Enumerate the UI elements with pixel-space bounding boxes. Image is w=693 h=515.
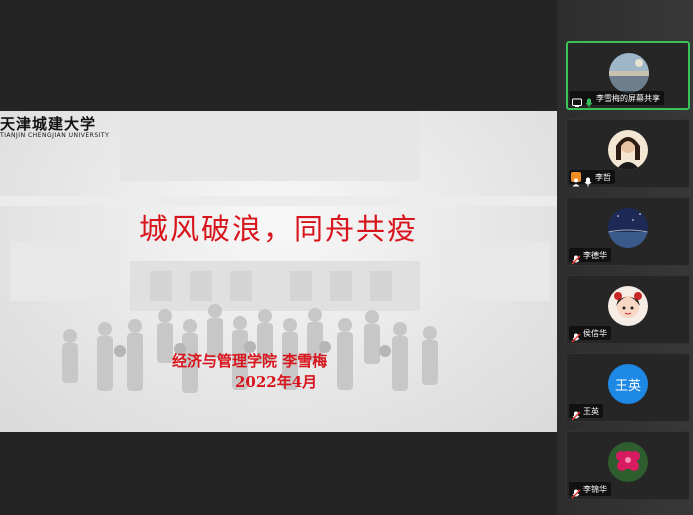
avatar (609, 53, 649, 93)
participant-tile-hou-xinhua[interactable]: 侯信华 (566, 275, 690, 344)
person-icon (571, 172, 581, 187)
participant-tile-wang-ying[interactable]: 王英 王英 (566, 353, 690, 422)
participant-name-bar: 李锦华 (569, 482, 611, 499)
participant-tile-li-jinhua[interactable]: 李锦华 (566, 431, 690, 500)
participant-name-bar: 李哲 (569, 170, 615, 187)
participant-name-bar: 王英 (569, 404, 603, 421)
avatar (608, 286, 648, 326)
participant-name-bar: 李德华 (569, 248, 611, 265)
mic-on-icon (584, 93, 594, 108)
screen-share-icon (572, 93, 582, 107)
participant-tile-screen-share[interactable]: 李雪梅的屏幕共享 (566, 41, 690, 110)
slide-date: 2022年4月 (235, 373, 318, 391)
avatar-initials: 王英 (608, 364, 648, 404)
avatar (608, 208, 648, 248)
avatar (608, 130, 648, 170)
shared-screen-area: 天津城建大学 TIANJIN CHENGJIAN UNIVERSITY 城风破浪… (0, 0, 557, 515)
mic-muted-icon (571, 250, 581, 265)
university-english-name: TIANJIN CHENGJIAN UNIVERSITY (0, 132, 110, 139)
mic-muted-icon (571, 328, 581, 343)
mic-on-icon (583, 172, 593, 187)
participant-tile-li-zhe[interactable]: 李哲 (566, 119, 690, 188)
slide-title: 城风破浪，同舟共疫 (138, 212, 418, 246)
presentation-slide: 天津城建大学 TIANJIN CHENGJIAN UNIVERSITY 城风破浪… (0, 111, 557, 432)
participant-tile-li-dehua[interactable]: 李德华 (566, 197, 690, 266)
mic-muted-icon (571, 484, 581, 499)
university-logo-text: 天津城建大学 (0, 115, 97, 133)
mic-muted-icon (571, 406, 581, 421)
avatar (608, 442, 648, 482)
slide-presenter: 经济与管理学院 李雪梅 (172, 352, 328, 370)
participant-name-bar: 李雪梅的屏幕共享 (570, 91, 664, 108)
participant-name-bar: 侯信华 (569, 326, 611, 343)
